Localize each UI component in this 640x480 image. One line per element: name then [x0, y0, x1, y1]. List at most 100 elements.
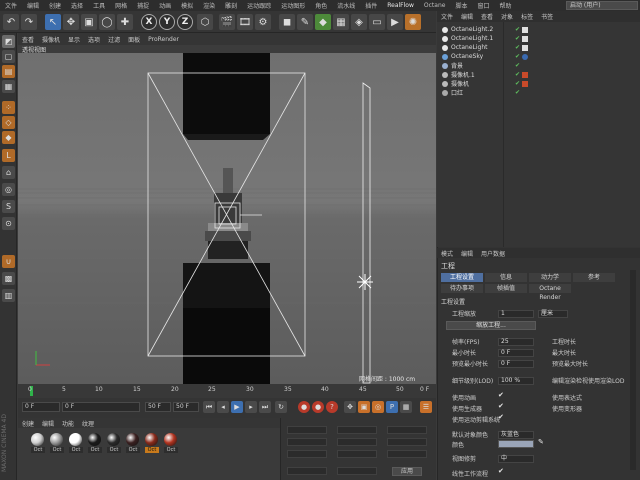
menu-select[interactable]: 选择: [66, 1, 88, 10]
use-anim-checkbox[interactable]: ✔: [498, 391, 504, 399]
coord-size-y[interactable]: [337, 438, 377, 446]
menu-snap[interactable]: 捕捉: [132, 1, 154, 10]
menu-window[interactable]: 窗口: [472, 1, 494, 10]
menu-motion-tracking[interactable]: 运动跟踪: [242, 1, 276, 10]
points-mode-icon[interactable]: ⁘: [2, 101, 15, 114]
use-motion-checkbox[interactable]: ✔: [498, 413, 504, 421]
prev-key-icon[interactable]: ◂: [217, 401, 229, 413]
project-unit-select[interactable]: 厘米: [538, 309, 568, 318]
live-select-icon[interactable]: ↖: [45, 14, 61, 30]
visibility-check-icon[interactable]: ✔: [515, 71, 520, 78]
redo-icon[interactable]: ↷: [21, 14, 37, 30]
material-swatch[interactable]: Oct: [145, 433, 159, 453]
linear-workflow-checkbox[interactable]: ✔: [498, 467, 504, 475]
octane-tag-icon[interactable]: [522, 35, 529, 42]
visibility-check-icon[interactable]: ✔: [515, 53, 520, 60]
workplane-grid-icon[interactable]: ▩: [2, 272, 15, 285]
menu-octane[interactable]: Octane: [419, 2, 451, 9]
floor-icon[interactable]: ▭: [369, 14, 385, 30]
visibility-check-icon[interactable]: ✔: [515, 80, 520, 87]
preview-min-field[interactable]: 0 F: [498, 359, 534, 368]
apply-button[interactable]: 应用: [392, 467, 422, 476]
menu-pipeline[interactable]: 流水线: [332, 1, 360, 10]
coord-size-x[interactable]: [337, 426, 377, 434]
menu-realflow[interactable]: RealFlow: [382, 2, 419, 9]
start-frame-field[interactable]: 0 F: [22, 402, 60, 412]
default-color-select[interactable]: 灰蓝色: [498, 430, 534, 439]
coord-rot-b[interactable]: [387, 450, 427, 458]
tweak-icon[interactable]: ⌂: [2, 166, 15, 179]
material-swatch[interactable]: Oct: [126, 433, 140, 453]
axis-z-button[interactable]: Z: [177, 14, 193, 30]
menu-mograph[interactable]: 运动图形: [276, 1, 310, 10]
coord-rot-h[interactable]: [387, 426, 427, 434]
texture-mode-icon[interactable]: ▤: [2, 65, 15, 78]
min-time-field[interactable]: 0 F: [498, 348, 534, 357]
keyframe-selection-icon[interactable]: ?: [326, 401, 338, 413]
deformer-icon[interactable]: ◈: [351, 14, 367, 30]
menu-plugins[interactable]: 插件: [360, 1, 382, 10]
coord-size-mode-select[interactable]: [337, 467, 377, 475]
vp-menu-prorender[interactable]: ProRender: [144, 36, 183, 43]
mat-menu-edit[interactable]: 编辑: [38, 419, 58, 428]
render-settings-icon[interactable]: ⚙: [255, 14, 271, 30]
vp-menu-camera[interactable]: 摄像机: [38, 35, 64, 44]
om-menu-object[interactable]: 对象: [497, 12, 517, 21]
material-swatch[interactable]: Oct: [107, 433, 121, 453]
coord-rot-p[interactable]: [387, 438, 427, 446]
object-row[interactable]: 摄像机 ✔: [442, 79, 632, 88]
tab-key-interpolation[interactable]: 帧插值: [485, 284, 527, 293]
undo-icon[interactable]: ↶: [3, 14, 19, 30]
pen-icon[interactable]: ✎: [297, 14, 313, 30]
play-icon[interactable]: ▶: [231, 401, 243, 413]
move-icon[interactable]: ✥: [63, 14, 79, 30]
polygons-mode-icon[interactable]: ◆: [2, 131, 15, 144]
render-picture-icon[interactable]: 🎞: [237, 14, 253, 30]
lod-field[interactable]: 100 %: [498, 376, 534, 385]
visibility-check-icon[interactable]: ✔: [515, 62, 520, 69]
om-menu-bookmarks[interactable]: 书签: [537, 12, 557, 21]
tab-octane-render[interactable]: Octane Render: [529, 284, 571, 301]
preview-end-field[interactable]: 50 F: [173, 402, 199, 412]
last-tool-icon[interactable]: ✚: [117, 14, 133, 30]
coord-pos-x[interactable]: [287, 426, 327, 434]
cube-icon[interactable]: ◼: [279, 14, 295, 30]
edges-mode-icon[interactable]: ◇: [2, 116, 15, 129]
object-row[interactable]: OctaneLight.2 ✔: [442, 25, 632, 34]
am-menu-userdata[interactable]: 用户数据: [477, 249, 509, 258]
coord-pos-y[interactable]: [287, 438, 327, 446]
menu-edit[interactable]: 编辑: [22, 1, 44, 10]
visibility-check-icon[interactable]: ✔: [515, 89, 520, 96]
perspective-viewport[interactable]: 网格间距 : 1000 cm: [18, 53, 436, 384]
scale-project-button[interactable]: 缩放工程...: [446, 321, 536, 330]
timeline-ruler[interactable]: [18, 384, 436, 398]
vp-menu-display[interactable]: 显示: [64, 35, 84, 44]
am-menu-edit[interactable]: 编辑: [457, 249, 477, 258]
view-clip-select[interactable]: 中: [498, 454, 534, 463]
material-swatch[interactable]: Oct: [69, 433, 83, 453]
fps-field[interactable]: 25: [498, 337, 534, 346]
object-row[interactable]: 背景 ✔: [442, 61, 632, 70]
key-position-icon[interactable]: ✥: [344, 401, 356, 413]
material-swatch[interactable]: Oct: [31, 433, 45, 453]
coord-pos-z[interactable]: [287, 450, 327, 458]
visibility-check-icon[interactable]: ✔: [515, 35, 520, 42]
mat-menu-create[interactable]: 创建: [18, 419, 38, 428]
next-key-icon[interactable]: ▸: [245, 401, 257, 413]
octane-tag-icon[interactable]: [522, 44, 529, 51]
tab-dynamics[interactable]: 动力学: [529, 273, 571, 282]
workplane-icon[interactable]: ▦: [2, 80, 15, 93]
material-swatch[interactable]: Oct: [164, 433, 178, 453]
tab-todo[interactable]: 待办事项: [441, 284, 483, 293]
menu-render[interactable]: 渲染: [198, 1, 220, 10]
axis-x-button[interactable]: X: [141, 14, 157, 30]
visibility-check-icon[interactable]: ✔: [515, 44, 520, 51]
coord-size-z[interactable]: [337, 450, 377, 458]
object-row[interactable]: OctaneLight ✔: [442, 43, 632, 52]
key-pla-icon[interactable]: ▦: [400, 401, 412, 413]
attribute-scrollbar[interactable]: [630, 270, 636, 470]
menu-animate[interactable]: 动画: [154, 1, 176, 10]
axis-mode-icon[interactable]: L: [2, 149, 15, 162]
material-swatch[interactable]: Oct: [50, 433, 64, 453]
tab-project-settings[interactable]: 工程设置: [441, 273, 483, 282]
